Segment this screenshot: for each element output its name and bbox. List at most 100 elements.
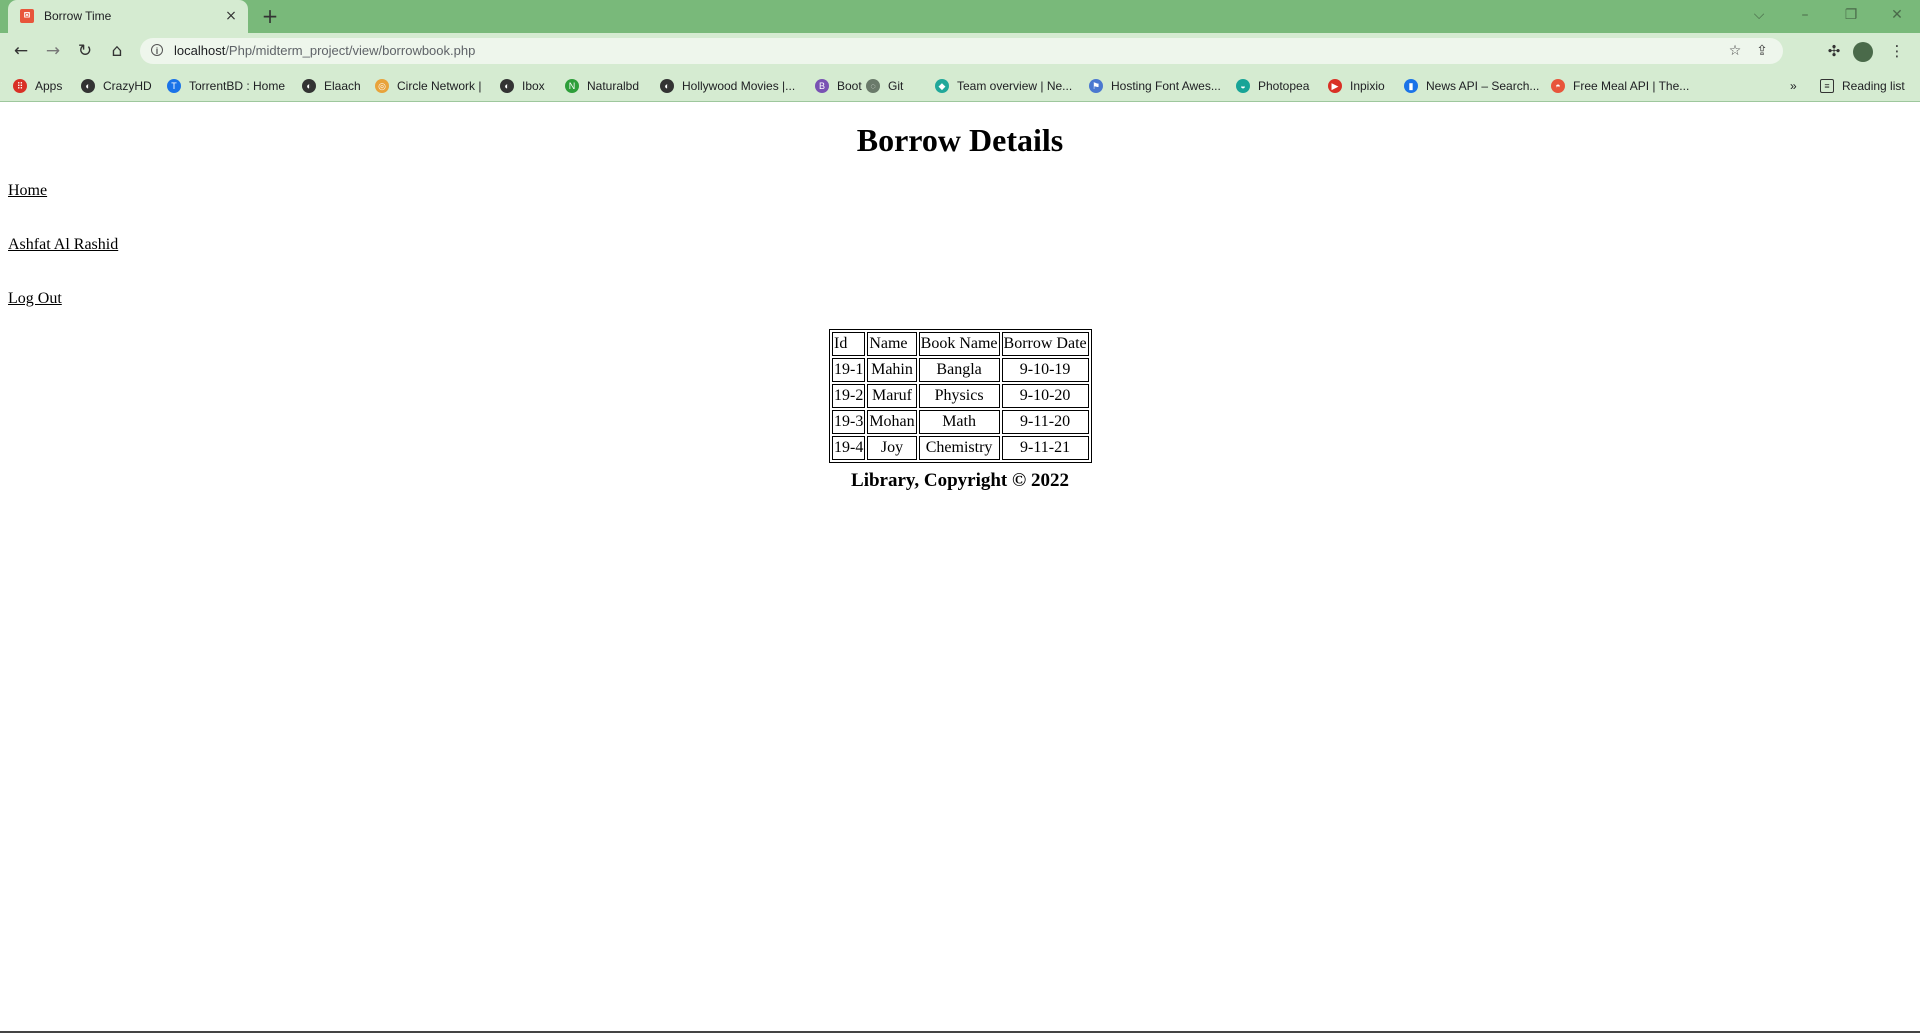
circle-network-icon: ◎ xyxy=(375,79,389,93)
tab-search-icon[interactable]: ⌵ xyxy=(1744,4,1774,26)
torrentbd-icon: T xyxy=(167,79,181,93)
table-row: 19-4 Joy Chemistry 9-11-21 xyxy=(832,436,1089,460)
cell-book-name: Bangla xyxy=(918,358,1000,382)
home-link[interactable]: Home xyxy=(8,182,47,200)
cell-book-name: Physics xyxy=(918,384,1000,408)
bookmark-item[interactable]: ◐ Ibox xyxy=(500,77,545,95)
bookmark-label: Circle Network | xyxy=(397,79,482,93)
bookmark-item[interactable]: ◒ Photopea xyxy=(1236,77,1309,95)
bookmark-item[interactable]: ◎ Circle Network | xyxy=(375,77,481,95)
bookmark-label: Team overview | Ne... xyxy=(957,79,1073,93)
bookmark-item[interactable]: ◌ Git xyxy=(866,77,903,95)
minimize-button[interactable]: – xyxy=(1790,4,1820,26)
user-profile-link[interactable]: Ashfat Al Rashid xyxy=(8,236,118,254)
home-icon[interactable]: ⌂ xyxy=(105,39,129,63)
reading-list-icon: ≡ xyxy=(1820,79,1834,93)
cell-name: Mohan xyxy=(867,410,917,434)
bookmark-item[interactable]: ⠿ Apps xyxy=(13,77,62,95)
bookmark-item[interactable]: ◓ Free Meal API | The... xyxy=(1551,77,1689,95)
bookmark-item[interactable]: ◆ Team overview | Ne... xyxy=(935,77,1072,95)
bookmark-item[interactable]: ▮ News API – Search... xyxy=(1404,77,1539,95)
bookmark-item[interactable]: ◐ Elaach xyxy=(302,77,361,95)
page-footer: Library, Copyright © 2022 xyxy=(851,470,1069,491)
column-header-borrow-date: Borrow Date xyxy=(1001,332,1089,356)
bookmark-item[interactable]: B Boot xyxy=(815,77,862,95)
cell-id: 19-1 xyxy=(832,358,866,382)
bookmark-label: Ibox xyxy=(522,79,545,93)
address-bar[interactable]: i localhost/Php/midterm_project/view/bor… xyxy=(140,38,1783,64)
bookmarks-overflow-button[interactable]: » xyxy=(1790,77,1797,95)
reading-list-button[interactable]: ≡ Reading list xyxy=(1820,77,1905,95)
url-text[interactable]: localhost/Php/midterm_project/view/borro… xyxy=(174,43,475,58)
globe-icon: ◐ xyxy=(500,79,514,93)
flag-icon: ⚑ xyxy=(1089,79,1103,93)
bookmark-label: Elaach xyxy=(324,79,361,93)
bookmark-item[interactable]: ◐ Hollywood Movies |... xyxy=(660,77,795,95)
bookmark-item[interactable]: T TorrentBD : Home xyxy=(167,77,285,95)
cell-name: Joy xyxy=(867,436,917,460)
bookmark-label: Inpixio xyxy=(1350,79,1385,93)
bootstrap-icon: B xyxy=(815,79,829,93)
globe-icon: ◐ xyxy=(81,79,95,93)
github-icon: ◌ xyxy=(866,79,880,93)
forward-button[interactable]: → xyxy=(41,39,65,63)
bookmark-item[interactable]: N Naturalbd xyxy=(565,77,639,95)
bookmark-label: Naturalbd xyxy=(587,79,640,93)
bookmark-item[interactable]: ⚑ Hosting Font Awes... xyxy=(1089,77,1221,95)
bookmark-label: Git xyxy=(888,79,904,93)
bookmarks-bar: » ≡ Reading list ⠿ Apps ◐ CrazyHD T TorrentBD … xyxy=(0,69,1920,102)
restore-button[interactable]: ❐ xyxy=(1836,4,1866,26)
bookmark-label: Hosting Font Awes... xyxy=(1111,79,1221,93)
bookmark-label: CrazyHD xyxy=(103,79,152,93)
url-path: /Php/midterm_project/view/borrowbook.php xyxy=(225,43,476,58)
back-button[interactable]: ← xyxy=(9,39,33,63)
cell-name: Maruf xyxy=(867,384,917,408)
column-header-book-name: Book Name xyxy=(918,332,1000,356)
tab-borrow-time[interactable]: ⊠ Borrow Time × xyxy=(8,0,248,33)
cell-id: 19-2 xyxy=(832,384,866,408)
mealdb-icon: ◓ xyxy=(1551,79,1565,93)
url-host: localhost xyxy=(174,43,226,58)
table-row: 19-3 Mohan Math 9-11-20 xyxy=(832,410,1089,434)
cell-id: 19-3 xyxy=(832,410,866,434)
bookmark-label: Apps xyxy=(35,79,63,93)
reading-list-label: Reading list xyxy=(1842,79,1905,93)
naturalbd-icon: N xyxy=(565,79,579,93)
logout-link[interactable]: Log Out xyxy=(8,290,62,308)
bookmark-item[interactable]: ◐ CrazyHD xyxy=(81,77,152,95)
bookmark-label: Boot xyxy=(837,79,862,93)
cell-borrow-date: 9-11-21 xyxy=(1001,436,1089,460)
share-icon[interactable]: ⇪ xyxy=(1752,41,1772,61)
browser-toolbar: ← → ↻ ⌂ i localhost/Php/midterm_project/… xyxy=(0,33,1920,69)
menu-kebab-icon[interactable]: ⋮ xyxy=(1886,40,1908,62)
column-header-id: Id xyxy=(832,332,866,356)
cell-borrow-date: 9-10-20 xyxy=(1001,384,1089,408)
apps-grid-icon: ⠿ xyxy=(13,79,27,93)
tab-close-icon[interactable]: × xyxy=(222,7,240,25)
extensions-icon[interactable]: ✣ xyxy=(1823,40,1845,62)
table-row: 19-1 Mahin Bangla 9-10-19 xyxy=(832,358,1089,382)
bookmark-star-icon[interactable]: ☆ xyxy=(1725,41,1745,61)
profile-avatar[interactable] xyxy=(1853,42,1873,62)
bookmark-label: Photopea xyxy=(1258,79,1310,93)
bookmark-item[interactable]: ▶ Inpixio xyxy=(1328,77,1385,95)
new-tab-button[interactable]: + xyxy=(258,6,282,28)
table-header-row: Id Name Book Name Borrow Date xyxy=(832,332,1089,356)
chevron-double-right-icon: » xyxy=(1790,79,1797,93)
xampp-favicon-icon: ⊠ xyxy=(20,9,34,23)
inpixio-icon: ▶ xyxy=(1328,79,1342,93)
photopea-icon: ◒ xyxy=(1236,79,1250,93)
tab-title: Borrow Time xyxy=(44,9,112,23)
newsapi-icon: ▮ xyxy=(1404,79,1418,93)
cell-book-name: Math xyxy=(918,410,1000,434)
cell-borrow-date: 9-10-19 xyxy=(1001,358,1089,382)
table-row: 19-2 Maruf Physics 9-10-20 xyxy=(832,384,1089,408)
tab-strip: ⊠ Borrow Time × + ⌵ – ❐ ✕ xyxy=(0,0,1920,33)
reload-button[interactable]: ↻ xyxy=(73,39,97,63)
site-info-icon[interactable]: i xyxy=(151,44,163,56)
page-content: Borrow Details Home Ashfat Al Rashid Log… xyxy=(0,102,1920,1033)
bookmark-label: News API – Search... xyxy=(1426,79,1540,93)
window-close-button[interactable]: ✕ xyxy=(1882,4,1912,26)
bookmark-label: Free Meal API | The... xyxy=(1573,79,1690,93)
cell-book-name: Chemistry xyxy=(918,436,1000,460)
